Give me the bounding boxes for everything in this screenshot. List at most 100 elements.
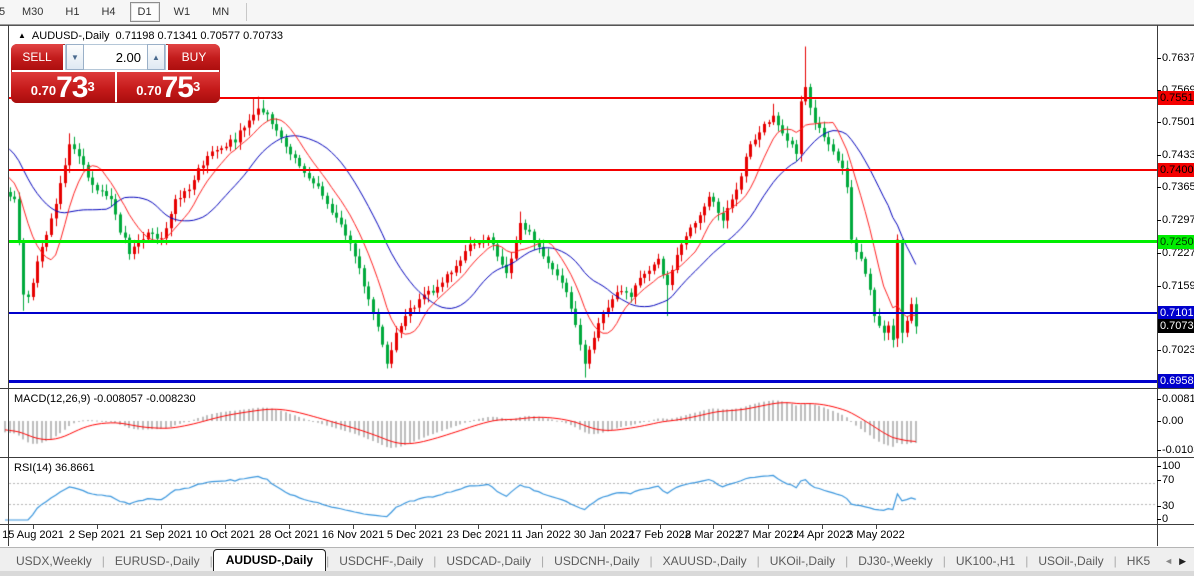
collapse-triangle-icon[interactable]: ▲: [18, 32, 26, 40]
macd-tick-mark: [1157, 450, 1161, 451]
timeframe-button-h1[interactable]: H1: [57, 2, 87, 22]
lot-size-spinner: ▼ 2.00 ▲: [65, 44, 166, 70]
price-tick-label: 0.72970: [1162, 214, 1194, 226]
timeframe-button-mn[interactable]: MN: [204, 2, 237, 22]
timeframe-toolbar: 5 M30 H1 H4 D1 W1MN: [0, 0, 1194, 25]
mt4-terminal: 5 M30 H1 H4 D1 W1MN ▲ AUDUSD-,Daily 0.71198 0…: [0, 0, 1194, 576]
price-tick-label: 0.76370: [1162, 52, 1194, 64]
tab-scroll-right-icon[interactable]: ▶: [1179, 556, 1186, 567]
window-bottom-strip: [0, 571, 1194, 576]
chart-symbol-period: AUDUSD-,Daily: [32, 30, 110, 42]
macd-label: MACD(12,26,9) -0.008057 -0.008230: [14, 393, 196, 405]
date-label: 30 Jan 2022: [574, 529, 635, 541]
timeframe-button-d1[interactable]: D1: [130, 2, 160, 22]
date-label: 28 Oct 2021: [259, 529, 319, 541]
chart-tab-bar: USDX,Weekly|EURUSD-,Daily|AUDUSD-,Daily|…: [0, 547, 1194, 572]
macd-tick-mark: [1157, 399, 1161, 400]
rsi-tick-mark: [1157, 519, 1161, 520]
price-badge-0.72504: 0.72504: [1158, 235, 1194, 249]
timeframe-button-5[interactable]: 5: [0, 2, 8, 22]
h-line-support-2[interactable]: [9, 380, 1157, 383]
rsi-tick-mark: [1157, 466, 1161, 467]
price-tick-mark: [1157, 253, 1161, 254]
rsi-axis-label: 30: [1162, 500, 1174, 512]
sell-price-point: 3: [87, 72, 94, 102]
date-label: 11 Jan 2022: [511, 529, 571, 541]
chart-tab-usdchf--daily[interactable]: USDCHF-,Daily: [329, 551, 433, 572]
chart-tab-xauusd--daily[interactable]: XAUUSD-,Daily: [653, 551, 757, 572]
date-label: 2 Sep 2021: [69, 529, 125, 541]
tab-scroll-left-icon[interactable]: ◄: [1164, 556, 1173, 567]
chart-left-border: [8, 25, 9, 546]
chart-tab-usdx-weekly[interactable]: USDX,Weekly: [6, 551, 102, 572]
sell-button[interactable]: SELL: [11, 44, 63, 70]
sell-price-prefix: 0.70: [31, 81, 56, 101]
chart-tab-audusd--daily[interactable]: AUDUSD-,Daily: [213, 549, 326, 572]
macd-axis-label: 0.00: [1162, 415, 1183, 427]
buy-price-prefix: 0.70: [136, 81, 161, 101]
price-tick-label: 0.71590: [1162, 280, 1194, 292]
timeframe-button-w1[interactable]: W1: [166, 2, 199, 22]
rsi-axis-label: 70: [1162, 474, 1174, 486]
buy-price-pips: 75: [162, 75, 193, 101]
price-tick-mark: [1157, 58, 1161, 59]
price-tick-label: 0.74330: [1162, 149, 1194, 161]
buy-price-point: 3: [193, 72, 200, 102]
h-line-resistance-2[interactable]: [9, 169, 1157, 171]
price-badge-0.75512: 0.75512: [1158, 91, 1194, 105]
sell-price-display[interactable]: 0.70 73 3: [11, 72, 115, 103]
chart-ohlc-values: 0.71198 0.71341 0.70577 0.70733: [116, 30, 283, 42]
price-badge-0.74002: 0.74002: [1158, 163, 1194, 177]
chart-tab-ukoil--daily[interactable]: UKOil-,Daily: [760, 551, 845, 572]
chart-tab-uk100--h1[interactable]: UK100-,H1: [946, 551, 1025, 572]
price-tick-label: 0.75010: [1162, 116, 1194, 128]
chart-tab-usdcad--daily[interactable]: USDCAD-,Daily: [436, 551, 541, 572]
toolbar-separator: [246, 3, 247, 21]
h-line-support-1[interactable]: [9, 312, 1157, 314]
date-label: 23 Dec 2021: [447, 529, 509, 541]
date-axis-border: [0, 524, 1194, 525]
price-tick-mark: [1157, 286, 1161, 287]
chart-tab-usdcnh--daily[interactable]: USDCNH-,Daily: [544, 551, 649, 572]
rsi-label: RSI(14) 36.8661: [14, 462, 95, 474]
price-tick-mark: [1157, 122, 1161, 123]
price-tick-mark: [1157, 350, 1161, 351]
macd-axis-label: -0.010311: [1162, 444, 1194, 456]
date-label: 10 Oct 2021: [195, 529, 255, 541]
macd-panel-splitter[interactable]: [0, 388, 1194, 389]
price-tick-label: 0.70230: [1162, 344, 1194, 356]
lot-increase-button[interactable]: ▲: [147, 44, 165, 70]
one-click-trade-panel: SELL ▼ 2.00 ▲ BUY 0.70 73 3 0.70 75 3: [11, 44, 220, 103]
price-tick-mark: [1157, 187, 1161, 188]
lot-decrease-button[interactable]: ▼: [66, 44, 84, 70]
sell-price-pips: 73: [56, 75, 87, 101]
rsi-tick-mark: [1157, 480, 1161, 481]
date-label: 14 Apr 2022: [792, 529, 851, 541]
chart-tab-hk5[interactable]: HK5: [1117, 551, 1160, 572]
date-label: 5 Dec 2021: [387, 529, 443, 541]
price-badge-0.71013: 0.71013: [1158, 306, 1194, 320]
date-label: 15 Aug 2021: [2, 529, 64, 541]
rsi-axis-label: 0: [1162, 513, 1168, 525]
lot-size-field[interactable]: 2.00: [84, 50, 147, 65]
timeframe-button-h4[interactable]: H4: [93, 2, 123, 22]
rsi-tick-mark: [1157, 506, 1161, 507]
price-tick-mark: [1157, 155, 1161, 156]
macd-tick-mark: [1157, 421, 1161, 422]
price-tick-mark: [1157, 220, 1161, 221]
chart-tab-usoil--daily[interactable]: USOil-,Daily: [1028, 551, 1113, 572]
buy-price-display[interactable]: 0.70 75 3: [117, 72, 221, 103]
h-line-pivot-green[interactable]: [9, 240, 1157, 243]
chart-tab-eurusd--daily[interactable]: EURUSD-,Daily: [105, 551, 210, 572]
buy-button[interactable]: BUY: [168, 44, 220, 70]
date-label: 8 Mar 2022: [685, 529, 741, 541]
tab-scroll-buttons: ◄▶: [1164, 556, 1194, 572]
timeframe-button-m30[interactable]: M30: [14, 2, 51, 22]
chart-title: ▲ AUDUSD-,Daily 0.71198 0.71341 0.70577 …: [18, 30, 283, 42]
price-badge-0.70733: 0.70733: [1158, 319, 1194, 333]
chart-tab-dj30--weekly[interactable]: DJ30-,Weekly: [848, 551, 942, 572]
date-label: 16 Nov 2021: [322, 529, 384, 541]
date-label: 17 Feb 2022: [629, 529, 691, 541]
macd-axis-label: 0.00811: [1162, 393, 1194, 405]
rsi-panel-splitter[interactable]: [0, 457, 1194, 458]
